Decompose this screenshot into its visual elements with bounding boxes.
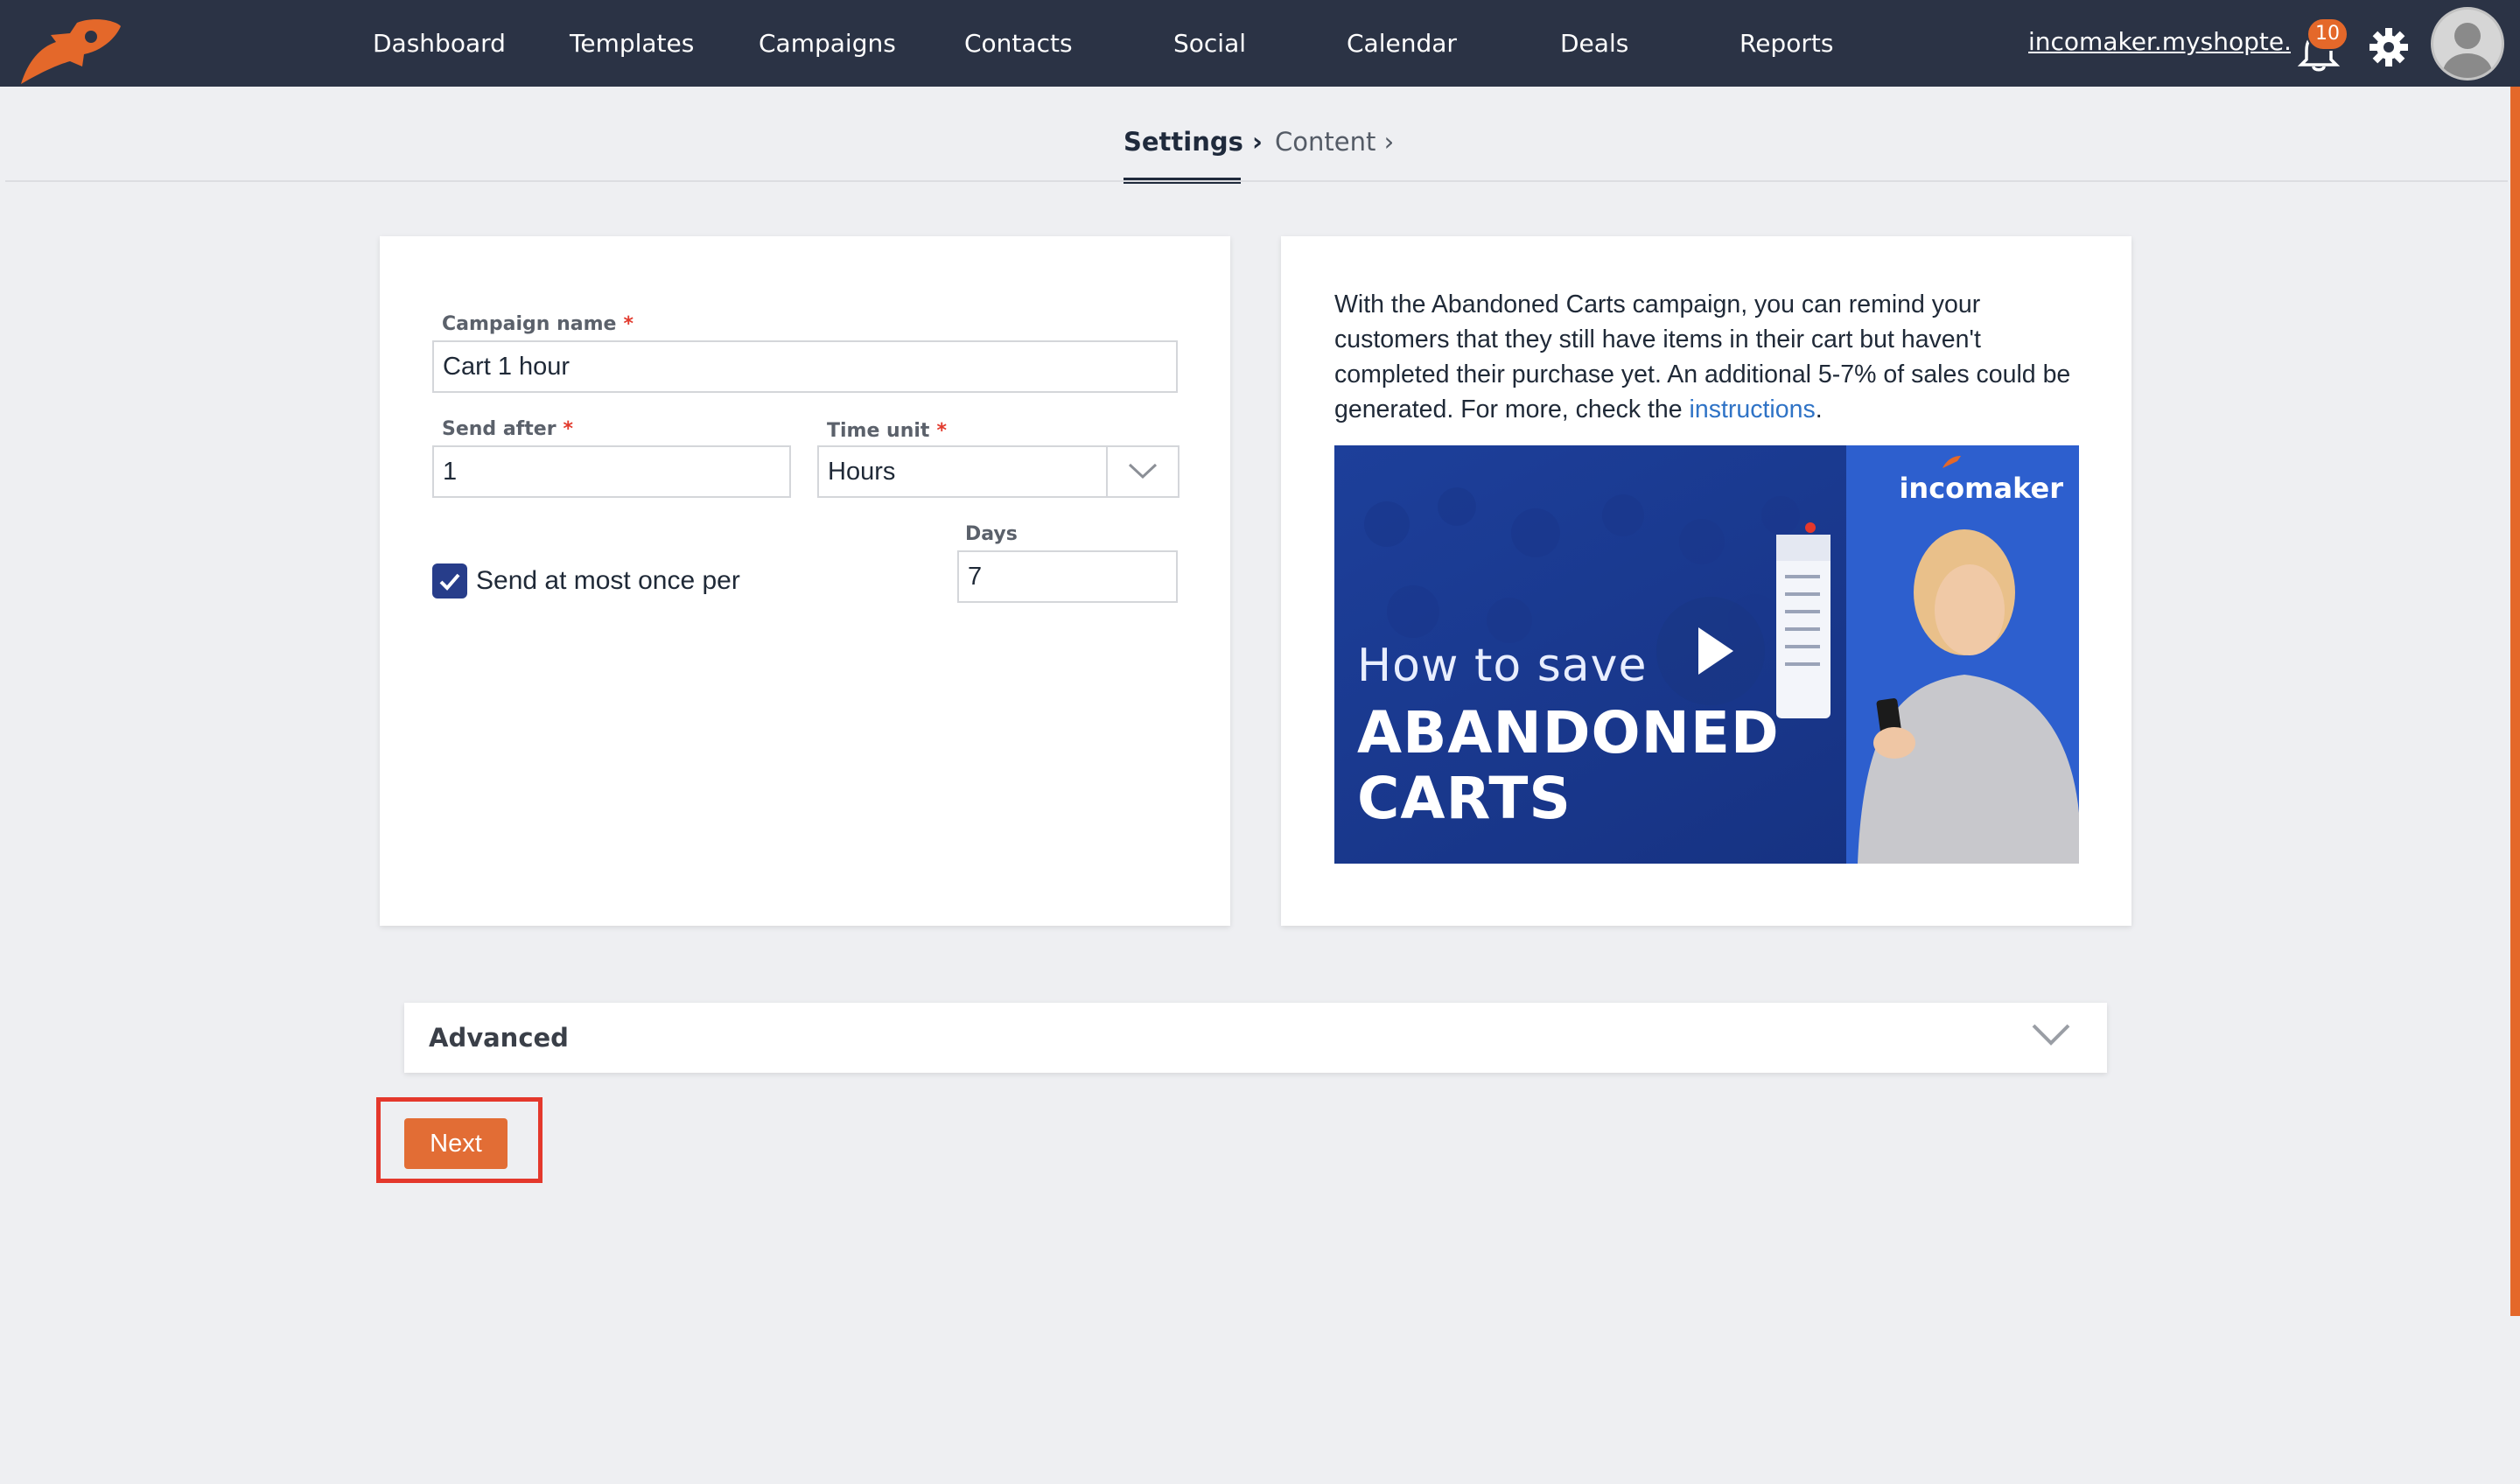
send-once-checkbox[interactable] (432, 564, 467, 598)
nav-reports[interactable]: Reports (1740, 24, 1833, 63)
time-unit-select[interactable]: Hours (817, 445, 1180, 498)
select-divider (1106, 447, 1108, 496)
nav-social[interactable]: Social (1173, 24, 1246, 63)
video-thumbnail[interactable]: incomaker How to save ABANDONED CARTS (1334, 445, 2079, 864)
nav-calendar[interactable]: Calendar (1347, 24, 1457, 63)
chevron-right-icon: › (1252, 127, 1263, 157)
nav-deals[interactable]: Deals (1560, 24, 1628, 63)
info-description: With the Abandoned Carts campaign, you c… (1334, 290, 2071, 424)
chevron-down-icon (1128, 463, 1158, 480)
time-unit-label: Time unit * (827, 420, 947, 442)
tab-settings[interactable]: Settings › (1124, 122, 1263, 161)
checkmark-icon (439, 573, 460, 591)
nav-dashboard[interactable]: Dashboard (373, 24, 506, 63)
nav-templates[interactable]: Templates (570, 24, 694, 63)
days-label: Days (965, 523, 1018, 545)
send-after-label: Send after * (442, 418, 574, 440)
gear-icon[interactable] (2368, 26, 2410, 68)
advanced-label: Advanced (429, 1023, 569, 1053)
campaign-name-input[interactable]: Cart 1 hour (432, 340, 1178, 393)
days-input[interactable]: 7 (957, 550, 1178, 603)
send-once-label[interactable]: Send at most once per (476, 562, 740, 600)
chevron-down-icon (2032, 1024, 2070, 1046)
send-after-input[interactable]: 1 (432, 445, 791, 498)
user-silhouette-icon (2443, 23, 2492, 78)
avatar[interactable] (2431, 7, 2504, 80)
next-button[interactable]: Next (404, 1118, 508, 1169)
video-brand-logo: incomaker (1899, 472, 2063, 505)
tab-settings-label: Settings (1124, 127, 1243, 157)
account-link[interactable]: incomaker.myshopte... (2028, 23, 2291, 61)
tab-content[interactable]: Content › (1275, 122, 1394, 161)
campaign-name-label: Campaign name * (442, 313, 634, 335)
rocket-logo-icon[interactable] (16, 16, 124, 86)
nav-campaigns[interactable]: Campaigns (759, 24, 896, 63)
top-navigation-bar: Dashboard Templates Campaigns Contacts S… (0, 0, 2520, 87)
notification-badge: 10 (2306, 18, 2348, 51)
video-title-line1: ABANDONED (1357, 699, 1780, 766)
advanced-accordion[interactable]: Advanced (404, 1003, 2107, 1073)
time-unit-value: Hours (828, 458, 896, 486)
right-accent-bar (2510, 87, 2520, 1316)
chevron-right-icon: › (1383, 127, 1395, 157)
instructions-link[interactable]: instructions (1690, 396, 1816, 424)
tab-content-label: Content (1275, 127, 1376, 157)
video-title-line2: CARTS (1357, 765, 1572, 832)
nav-contacts[interactable]: Contacts (964, 24, 1073, 63)
steps-divider (5, 180, 2508, 182)
video-subtitle: How to save (1357, 640, 1648, 692)
